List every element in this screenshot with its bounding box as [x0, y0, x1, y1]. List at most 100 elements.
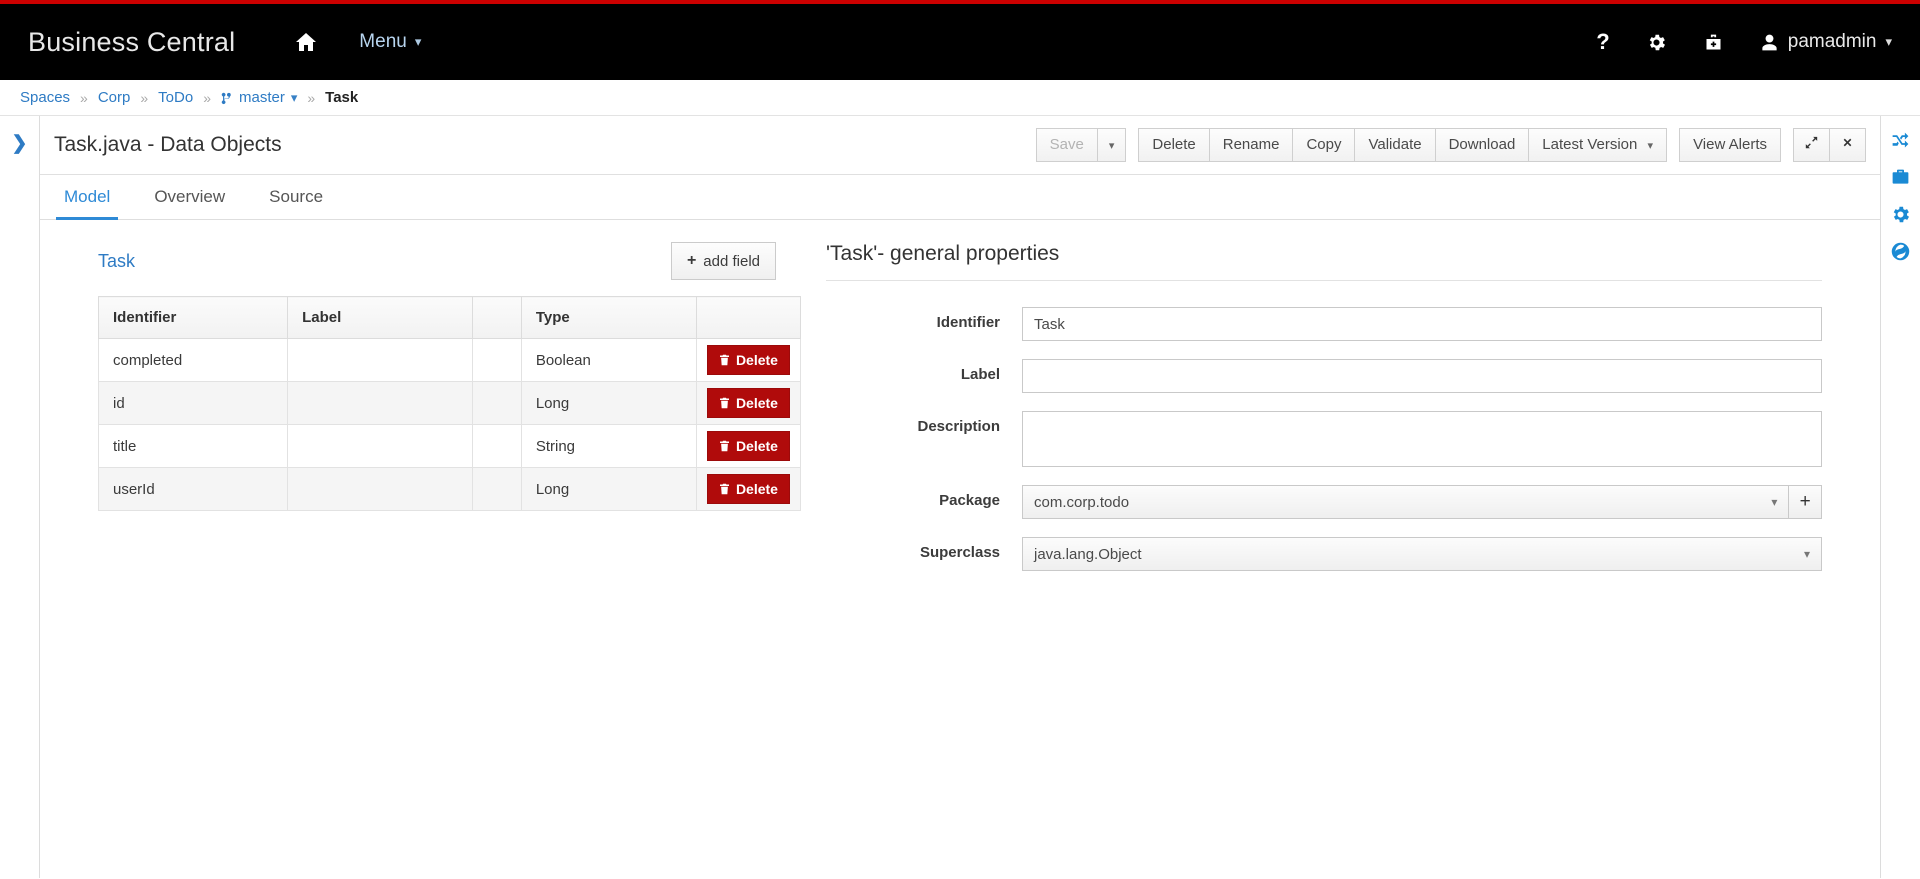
- superclass-select[interactable]: java.lang.Object ▾: [1022, 537, 1822, 572]
- top-navbar: Business Central Menu ▾ ? pamadmin ▾: [0, 4, 1920, 80]
- chevron-down-icon: ▾: [414, 34, 422, 49]
- breadcrumb-separator: »: [80, 89, 88, 106]
- breadcrumb: Spaces » Corp » ToDo » master ▾ » Task: [0, 80, 1920, 116]
- cell-blank: [471, 381, 522, 426]
- cell-label: [287, 467, 473, 512]
- breadcrumb-item-todo[interactable]: ToDo: [158, 89, 193, 106]
- field-row-superclass: Superclass java.lang.Object ▾: [826, 537, 1822, 572]
- close-x-icon[interactable]: [1829, 128, 1866, 163]
- table-header-row: Identifier Label Type: [97, 296, 802, 340]
- cell-actions: Delete: [695, 381, 802, 426]
- breadcrumb-item-corp[interactable]: Corp: [98, 89, 131, 106]
- git-branch-icon: [221, 92, 231, 105]
- user-icon: [1762, 34, 1777, 50]
- delete-label: Delete: [735, 352, 778, 369]
- user-menu[interactable]: pamadmin ▾: [1760, 31, 1892, 53]
- latest-version-dropdown[interactable]: Latest Version ▾: [1528, 128, 1668, 163]
- chevron-down-icon: ▾: [1771, 495, 1778, 510]
- username-label: pamadmin: [1787, 31, 1877, 52]
- menu-label: Menu: [359, 31, 407, 52]
- save-dropdown-button[interactable]: ▾: [1096, 128, 1127, 163]
- superclass-value: java.lang.Object: [1034, 545, 1142, 563]
- editor-tabs: Model Overview Source: [40, 175, 1880, 221]
- description-textarea[interactable]: [1022, 411, 1822, 468]
- identifier-input[interactable]: [1022, 307, 1822, 342]
- column-header-type: Type: [520, 296, 697, 340]
- rename-button[interactable]: Rename: [1208, 128, 1294, 163]
- home-icon[interactable]: [295, 31, 317, 53]
- delete-label: Delete: [735, 395, 778, 412]
- editor-header: Task.java - Data Objects Save ▾ Delete R…: [40, 116, 1880, 176]
- delete-field-button[interactable]: Delete: [706, 474, 790, 505]
- cell-type: Boolean: [520, 338, 697, 383]
- cell-type: Long: [520, 467, 697, 512]
- label-label: Label: [960, 366, 1000, 384]
- question-mark-icon[interactable]: ?: [1596, 29, 1609, 55]
- table-row[interactable]: completed Boolean Delete: [97, 338, 802, 383]
- properties-divider: [826, 280, 1822, 282]
- superclass-label: Superclass: [919, 544, 1000, 562]
- chevron-right-icon[interactable]: ❯: [12, 132, 28, 878]
- page-body: ❯ Task.java - Data Objects Save ▾ Delete…: [0, 116, 1920, 878]
- view-alerts-button[interactable]: View Alerts: [1679, 128, 1781, 163]
- breadcrumb-item-spaces[interactable]: Spaces: [20, 89, 70, 106]
- briefcase-icon[interactable]: [1703, 32, 1724, 53]
- table-row[interactable]: userId Long Delete: [97, 467, 802, 512]
- properties-title: 'Task'- general properties: [826, 242, 1060, 266]
- add-package-button[interactable]: +: [1789, 485, 1822, 520]
- cell-identifier: id: [97, 381, 289, 426]
- table-row[interactable]: id Long Delete: [97, 381, 802, 426]
- save-button-group: Save ▾: [1035, 128, 1127, 163]
- app-brand[interactable]: Business Central: [28, 27, 235, 58]
- expand-arrows-icon[interactable]: [1793, 128, 1830, 163]
- breadcrumb-current: Task: [325, 89, 359, 106]
- delete-field-button[interactable]: Delete: [706, 431, 790, 462]
- model-name-label[interactable]: Task: [98, 251, 135, 272]
- download-button[interactable]: Download: [1434, 128, 1530, 163]
- briefcase-icon[interactable]: [1890, 167, 1911, 188]
- delete-field-button[interactable]: Delete: [706, 345, 790, 376]
- navbar-right-group: ? pamadmin ▾: [1596, 29, 1892, 55]
- copy-button[interactable]: Copy: [1292, 128, 1356, 163]
- chevron-down-icon: ▾: [290, 89, 298, 105]
- chevron-down-icon: ▾: [1647, 140, 1654, 152]
- save-button[interactable]: Save: [1035, 128, 1098, 163]
- field-row-label: Label: [826, 359, 1822, 394]
- alerts-window-group: View Alerts: [1679, 128, 1781, 163]
- gear-icon[interactable]: [1890, 204, 1911, 225]
- editor-toolbar: Save ▾ Delete Rename Copy Validate Downl…: [1035, 128, 1866, 163]
- shuffle-icon[interactable]: [1890, 130, 1911, 151]
- branch-label: master: [238, 89, 285, 106]
- column-header-blank: [471, 296, 522, 340]
- label-input[interactable]: [1022, 359, 1822, 394]
- table-row[interactable]: title String Delete: [97, 424, 802, 469]
- cell-type: String: [520, 424, 697, 469]
- chevron-down-icon: ▾: [1108, 140, 1115, 152]
- trash-icon: [719, 441, 729, 452]
- field-row-description: Description: [826, 411, 1822, 468]
- add-field-label: add field: [703, 252, 760, 270]
- globe-icon[interactable]: [1890, 241, 1911, 262]
- delete-label: Delete: [735, 481, 778, 498]
- delete-field-button[interactable]: Delete: [706, 388, 790, 419]
- identifier-label: Identifier: [936, 314, 1000, 332]
- field-row-package: Package com.corp.todo ▾ +: [826, 485, 1822, 520]
- model-fields-panel: Task + add field Identifier Label Type c…: [40, 242, 802, 878]
- right-rail: [1880, 116, 1920, 878]
- delete-button[interactable]: Delete: [1138, 128, 1210, 163]
- add-field-button[interactable]: + add field: [670, 242, 776, 281]
- cell-actions: Delete: [695, 424, 802, 469]
- main-editor: Task.java - Data Objects Save ▾ Delete R…: [40, 116, 1880, 878]
- general-properties-panel: 'Task'- general properties Identifier La…: [800, 242, 1880, 878]
- package-value: com.corp.todo: [1034, 493, 1130, 511]
- menu-dropdown[interactable]: Menu ▾: [359, 31, 421, 53]
- tab-overview[interactable]: Overview: [146, 175, 233, 220]
- package-select[interactable]: com.corp.todo ▾: [1022, 485, 1790, 520]
- breadcrumb-branch-selector[interactable]: master ▾: [221, 89, 297, 106]
- tab-model[interactable]: Model: [56, 175, 119, 221]
- validate-button[interactable]: Validate: [1354, 128, 1436, 163]
- tab-source[interactable]: Source: [261, 175, 331, 220]
- gear-icon[interactable]: [1646, 32, 1667, 53]
- breadcrumb-separator: »: [307, 89, 316, 106]
- plus-icon: +: [686, 252, 697, 270]
